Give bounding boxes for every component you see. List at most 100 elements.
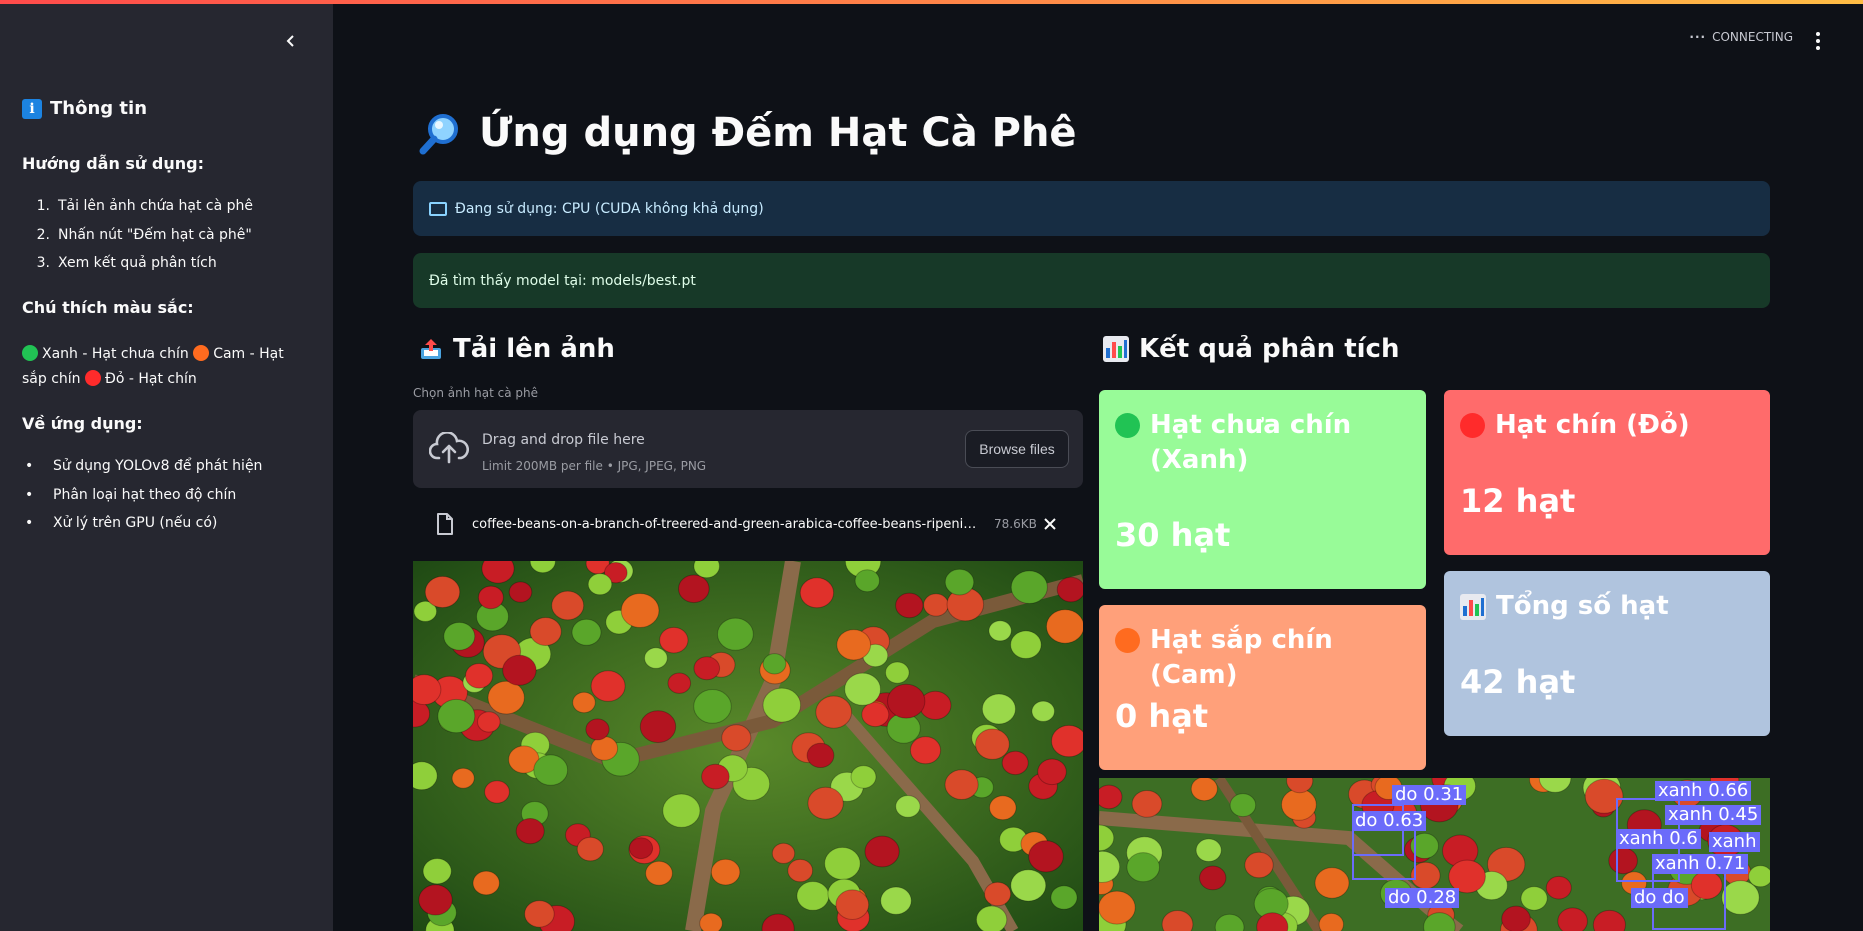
coffee-bean-shape xyxy=(1195,838,1222,862)
coffee-bean-shape xyxy=(807,786,844,820)
coffee-bean-shape xyxy=(787,858,814,883)
coffee-bean-shape xyxy=(524,900,555,928)
cloud-upload-icon xyxy=(429,432,469,464)
browse-files-button[interactable]: Browse files xyxy=(965,430,1069,468)
coffee-bean-shape xyxy=(572,691,596,714)
coffee-bean-shape xyxy=(1099,890,1136,925)
coffee-bean-shape xyxy=(895,795,921,818)
coffee-bean-shape xyxy=(1037,758,1067,786)
coffee-bean-shape xyxy=(502,654,537,686)
card-title: Hạt chưa chín (Xanh) xyxy=(1150,410,1352,475)
file-icon xyxy=(437,513,453,535)
coffee-bean-shape xyxy=(989,795,1017,821)
uploaded-image xyxy=(413,561,1083,931)
orange-dot-icon xyxy=(1115,628,1140,653)
semi-ripe-count-card: Hạt sắp chín (Cam) 0 hạt xyxy=(1099,605,1426,770)
coffee-bean-shape xyxy=(895,592,924,619)
detection-result-image: do 0.31 do 0.63 do 0.28 xanh 0.66 xanh 0… xyxy=(1099,778,1770,931)
coffee-bean-shape xyxy=(477,585,504,610)
detection-label: xanh 0.71 xyxy=(1652,854,1749,874)
bar-chart-icon xyxy=(1460,594,1486,620)
coffee-bean-shape xyxy=(975,905,1008,931)
device-info-alert: Đang sử dụng: CPU (CUDA không khả dụng) xyxy=(413,181,1770,236)
coffee-bean-shape xyxy=(771,842,796,864)
coffee-bean-shape xyxy=(1050,885,1078,910)
info-icon: i xyxy=(22,98,42,119)
upload-heading: Tải lên ảnh xyxy=(419,334,615,364)
collapse-sidebar-button[interactable] xyxy=(280,30,302,52)
guide-heading: Hướng dẫn sử dụng: xyxy=(22,154,204,173)
coffee-bean-shape xyxy=(981,693,1017,725)
sidebar-title: i Thông tin xyxy=(22,98,147,119)
coffee-bean-shape xyxy=(885,661,910,684)
coffee-bean-shape xyxy=(576,836,604,862)
coffee-bean-shape xyxy=(1001,750,1029,776)
coffee-bean-shape xyxy=(1031,700,1056,723)
coffee-bean-shape xyxy=(644,647,668,669)
coffee-bean-shape xyxy=(710,858,741,886)
coffee-bean-shape xyxy=(1748,865,1770,888)
ellipsis-icon: ··· xyxy=(1689,30,1707,44)
connection-status: ··· CONNECTING xyxy=(1689,30,1793,44)
total-count-card: Tổng số hạt 42 hạt xyxy=(1444,571,1770,736)
coffee-bean-shape xyxy=(1045,609,1083,644)
detection-label: xanh xyxy=(1709,832,1760,852)
detection-label: do 0.31 xyxy=(1392,785,1467,805)
coffee-bean-shape xyxy=(477,711,501,733)
coffee-bean-shape xyxy=(628,837,654,860)
detection-label: xanh 0.66 xyxy=(1655,781,1752,801)
coffee-bean-shape xyxy=(413,674,442,706)
coffee-bean-shape xyxy=(529,617,562,646)
detection-label: xanh 0.6 xyxy=(1616,829,1701,849)
model-found-alert: Đã tìm thấy model tại: models/best.pt xyxy=(413,253,1770,308)
coffee-bean-shape xyxy=(909,736,942,765)
coffee-bean-shape xyxy=(585,718,610,741)
coffee-bean-shape xyxy=(984,881,1012,907)
green-dot-icon xyxy=(22,345,38,361)
coffee-bean-shape xyxy=(693,656,721,681)
status-text: CONNECTING xyxy=(1712,30,1793,44)
coffee-bean-shape xyxy=(1056,576,1083,603)
list-item: 1. Tải lên ảnh chứa hạt cà phê xyxy=(36,198,254,215)
coffee-bean-shape xyxy=(487,680,525,715)
remove-file-button[interactable] xyxy=(1041,515,1059,533)
main-menu-button[interactable] xyxy=(1808,30,1828,52)
coffee-bean-shape xyxy=(923,593,949,617)
green-dot-icon xyxy=(1115,413,1140,438)
uploaded-file-name: coffee-beans-on-a-branch-of-treered-and-… xyxy=(472,516,984,532)
about-list: • Sử dụng YOLOv8 để phát hiện • Phân loại … xyxy=(22,452,262,538)
coffee-bean-shape xyxy=(1010,630,1042,659)
page-title: Ứng dụng Đếm Hạt Cà Phê xyxy=(419,110,1077,156)
coffee-bean-shape xyxy=(1244,851,1274,879)
coffee-bean-shape xyxy=(422,858,452,885)
red-dot-icon xyxy=(1460,413,1485,438)
coffee-bean-shape xyxy=(571,618,602,646)
coffee-bean-shape xyxy=(701,763,730,790)
list-item: 2. Nhấn nút "Đếm hạt cà phê" xyxy=(36,226,252,243)
coffee-beans-photo xyxy=(413,561,1083,931)
coffee-bean-shape xyxy=(484,780,510,804)
upload-tray-icon xyxy=(421,339,441,359)
red-dot-icon xyxy=(85,370,101,386)
card-value: 42 hạt xyxy=(1460,663,1576,701)
coffee-bean-shape xyxy=(717,617,754,651)
coffee-bean-shape xyxy=(1199,865,1227,891)
file-dropzone[interactable]: Drag and drop file here Limit 200MB per … xyxy=(413,410,1083,488)
coffee-bean-shape xyxy=(806,742,835,768)
coffee-bean-shape xyxy=(1131,790,1163,818)
coffee-bean-shape xyxy=(824,846,861,881)
coffee-bean-shape xyxy=(551,590,585,621)
coffee-bean-shape xyxy=(590,670,626,702)
main-content: ··· CONNECTING Ứng dụng Đếm Hạt Cà Phê Đ… xyxy=(333,4,1863,931)
coffee-bean-shape xyxy=(515,818,545,845)
coffee-bean-shape xyxy=(975,728,1010,760)
detection-label: do do xyxy=(1631,888,1688,908)
detection-label: xanh 0.45 xyxy=(1665,805,1762,825)
detection-box xyxy=(1352,826,1416,880)
computer-icon xyxy=(429,201,447,216)
coffee-bean-shape xyxy=(988,620,1012,642)
uploaded-file-size: 78.6KB xyxy=(994,517,1037,531)
coffee-bean-shape xyxy=(1190,778,1218,802)
coffee-bean-shape xyxy=(762,687,802,723)
coffee-bean-shape xyxy=(1545,875,1572,900)
